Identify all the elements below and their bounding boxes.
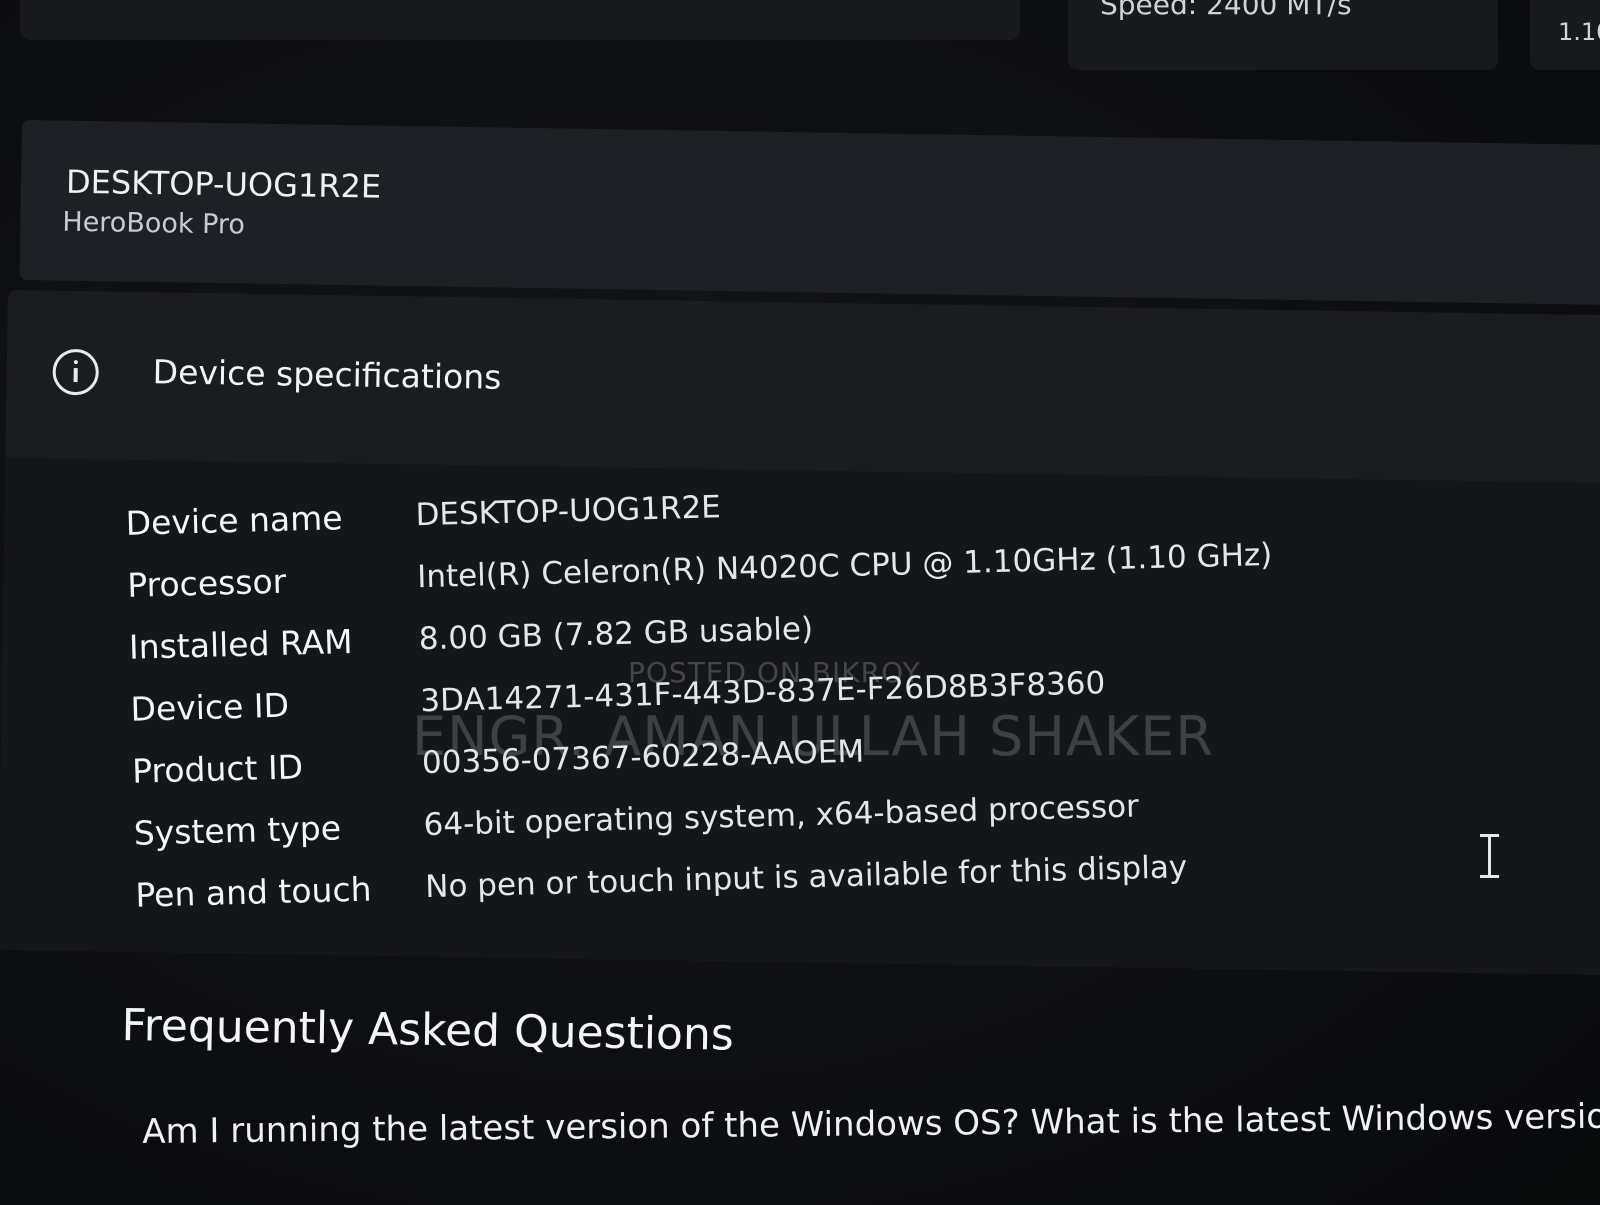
spec-label: Product ID (131, 746, 304, 791)
spec-label: Processor (126, 561, 287, 605)
memory-speed-text: Speed: 2400 MT/s (1100, 0, 1352, 21)
watermark-line-1: POSTED ON BIKROY (628, 656, 921, 689)
watermark-line-2: ENGR. AMAN ULLAH SHAKER (412, 705, 1214, 768)
text-cursor-icon (1478, 834, 1502, 878)
device-header-card[interactable]: DESKTOP-UOG1R2E HeroBook Pro (19, 120, 1600, 306)
top-card-left (20, 0, 1020, 40)
spec-list: Device name DESKTOP-UOG1R2E Processor In… (125, 462, 1281, 926)
spec-value: 8.00 GB (7.82 GB usable) (418, 610, 814, 658)
spec-label: Pen and touch (134, 869, 372, 915)
spec-label: System type (133, 807, 342, 853)
faq-title: Frequently Asked Questions (121, 1000, 735, 1061)
spec-label: Device name (125, 497, 344, 543)
spec-value: Intel(R) Celeron(R) N4020C CPU @ 1.10GHz… (416, 536, 1273, 596)
spec-label: Installed RAM (128, 621, 354, 667)
spec-value: DESKTOP-UOG1R2E (415, 489, 722, 534)
device-hostname: DESKTOP-UOG1R2E (65, 162, 382, 206)
spec-label: Device ID (130, 685, 290, 729)
faq-question-link[interactable]: Am I running the latest version of the W… (142, 1096, 1600, 1152)
device-specifications-header[interactable]: Device specifications (5, 290, 1600, 484)
device-model: HeroBook Pro (62, 206, 246, 241)
spec-value: 64-bit operating system, x64-based proce… (423, 788, 1140, 844)
device-specifications-section: Device specifications Device name DESKTO… (0, 290, 1600, 976)
info-icon (52, 348, 100, 396)
processor-speed-value: 1.10 (1558, 18, 1600, 46)
device-specifications-title: Device specifications (152, 352, 502, 397)
settings-about-screen: Speed: 2400 MT/s 1.10 DESKTOP-UOG1R2E He… (0, 0, 1600, 1205)
spec-value: No pen or touch input is available for t… (424, 849, 1188, 906)
